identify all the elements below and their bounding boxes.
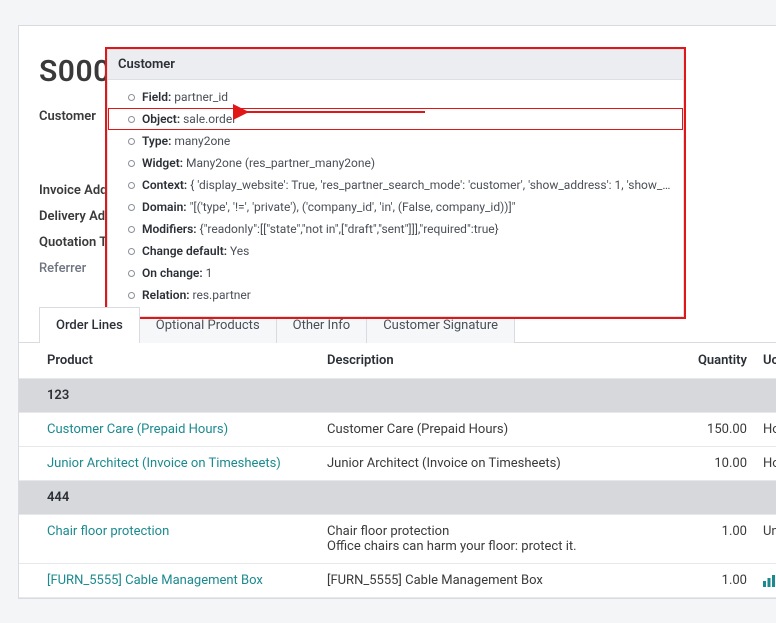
section-row[interactable]: 444 bbox=[19, 481, 776, 515]
cell-description: Customer Care (Prepaid Hours) bbox=[319, 413, 665, 447]
chart-icon[interactable] bbox=[763, 575, 775, 587]
col-quantity[interactable]: Quantity bbox=[665, 343, 755, 379]
tooltip-title: Customer bbox=[107, 49, 684, 80]
table-row[interactable]: Chair floor protection Chair floor protec… bbox=[19, 515, 776, 564]
table-row[interactable]: Customer Care (Prepaid Hours) Customer Ca… bbox=[19, 413, 776, 447]
cell-uom: Unit bbox=[755, 515, 776, 564]
tooltip-item: Object: sale.order bbox=[108, 108, 683, 130]
order-lines-table: Product Description Quantity UoM 123Cust… bbox=[19, 343, 776, 598]
section-row[interactable]: 123 bbox=[19, 379, 776, 413]
tooltip-item: Type: many2one bbox=[108, 130, 683, 152]
cell-description: [FURN_5555] Cable Management Box bbox=[319, 564, 665, 598]
tooltip-item: Modifiers: {"readonly":[["state","not in… bbox=[108, 218, 683, 240]
cell-uom: Hou bbox=[755, 447, 776, 481]
table-row[interactable]: Junior Architect (Invoice on Timesheets)… bbox=[19, 447, 776, 481]
product-link[interactable]: [FURN_5555] Cable Management Box bbox=[47, 573, 263, 588]
cell-quantity: 1.00 bbox=[665, 515, 755, 564]
tab-order-lines[interactable]: Order Lines bbox=[39, 307, 140, 343]
col-product[interactable]: Product bbox=[19, 343, 319, 379]
tooltip-item: Context: { 'display_website': True, 'res… bbox=[108, 174, 683, 196]
product-link[interactable]: Junior Architect (Invoice on Timesheets) bbox=[47, 456, 281, 471]
table-row[interactable]: [FURN_5555] Cable Management Box [FURN_55… bbox=[19, 564, 776, 598]
tooltip-item: Domain: "[('type', '!=', 'private'), ('c… bbox=[108, 196, 683, 218]
cell-quantity: 150.00 bbox=[665, 413, 755, 447]
tooltip-item: Widget: Many2one (res_partner_many2one) bbox=[108, 152, 683, 174]
tooltip-item: Change default: Yes bbox=[108, 240, 683, 262]
cell-description: Junior Architect (Invoice on Timesheets) bbox=[319, 447, 665, 481]
tooltip-body: Field: partner_idObject: sale.orderType:… bbox=[107, 80, 684, 317]
col-description[interactable]: Description bbox=[319, 343, 665, 379]
product-link[interactable]: Customer Care (Prepaid Hours) bbox=[47, 422, 228, 437]
product-link[interactable]: Chair floor protection bbox=[47, 524, 169, 539]
cell-quantity: 10.00 bbox=[665, 447, 755, 481]
cell-uom: Hou bbox=[755, 413, 776, 447]
cell-description: Chair floor protectionOffice chairs can … bbox=[319, 515, 665, 564]
tooltip-item: Field: partner_id bbox=[108, 86, 683, 108]
tooltip-item: Relation: res.partner bbox=[108, 284, 683, 306]
col-uom[interactable]: UoM bbox=[755, 343, 776, 379]
cell-quantity: 1.00 bbox=[665, 564, 755, 598]
tooltip-item: On change: 1 bbox=[108, 262, 683, 284]
developer-tooltip: Customer Field: partner_idObject: sale.o… bbox=[105, 47, 686, 319]
cell-uom: Unit bbox=[755, 564, 776, 598]
